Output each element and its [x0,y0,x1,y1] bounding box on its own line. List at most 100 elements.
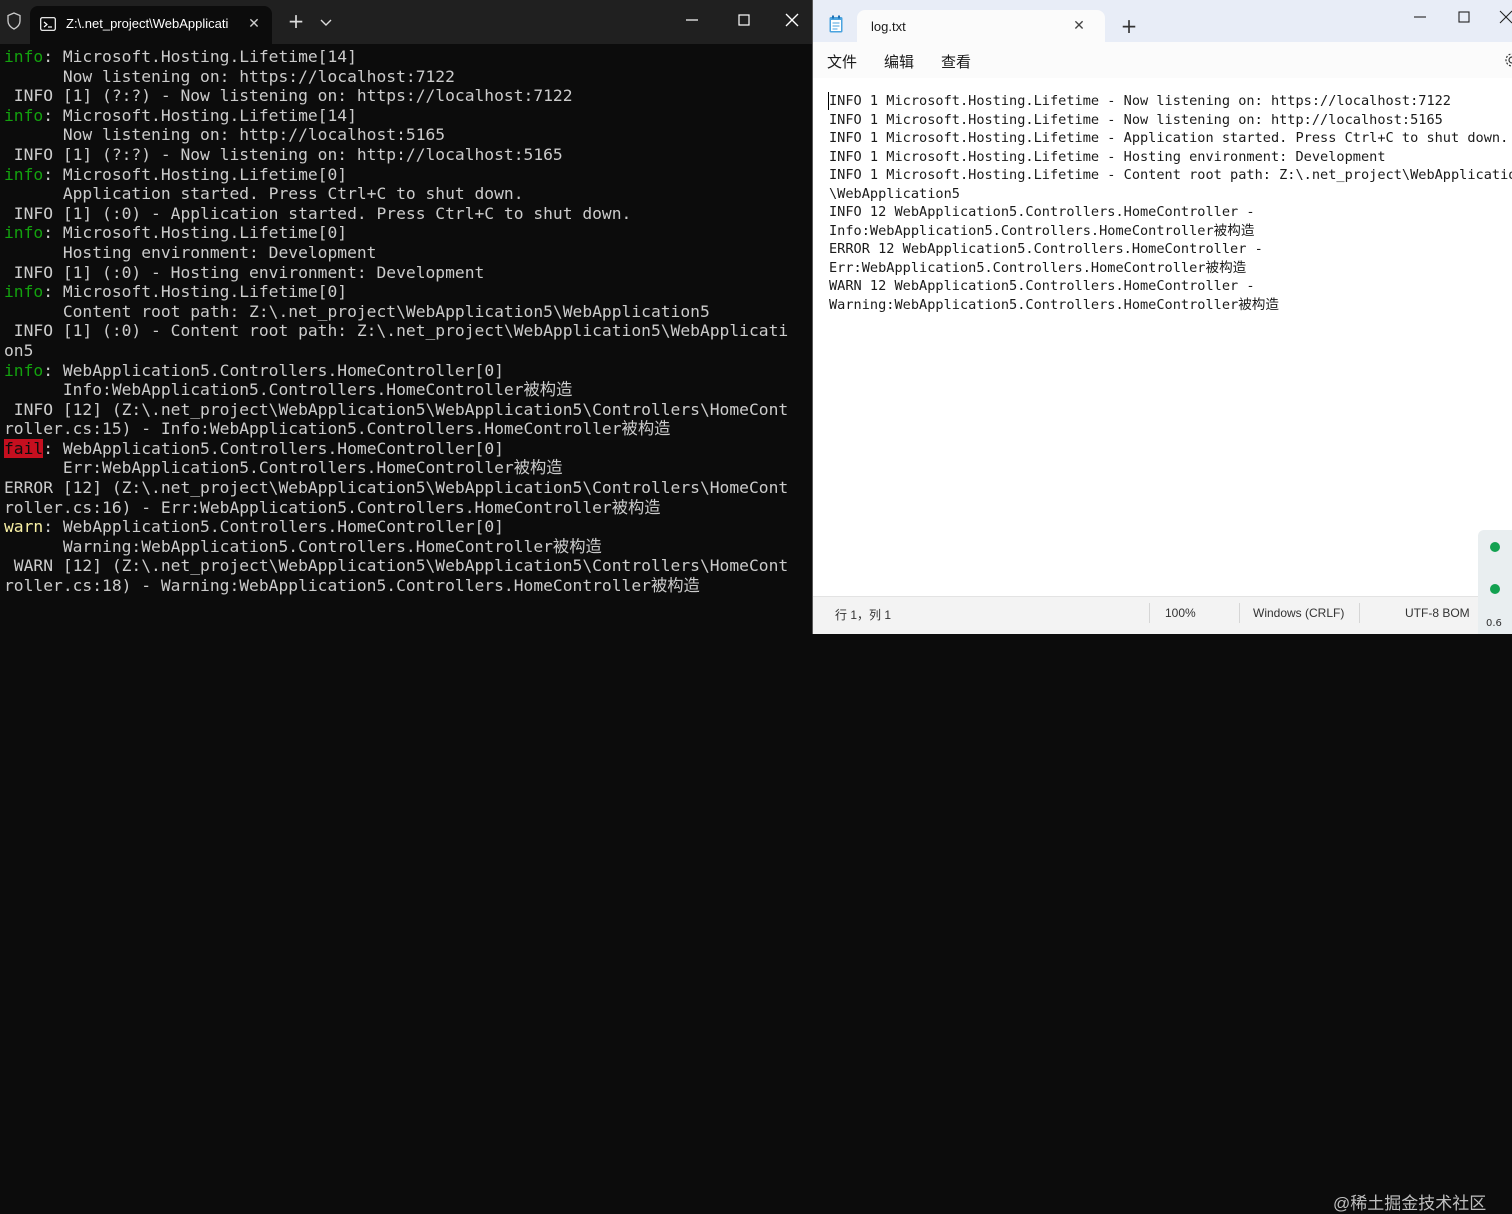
log-level-info: info [4,164,44,184]
status-line-ending: Windows (CRLF) [1253,606,1345,620]
log-text: Now listening on: http://localhost:5165 [4,125,446,145]
gear-icon[interactable] [1504,52,1512,68]
log-text: : WebApplication5.Controllers.HomeContro… [43,360,504,380]
terminal-line: Err:WebApplication5.Controllers.HomeCont… [4,458,810,478]
terminal-line: Hosting environment: Development [4,243,810,263]
editor-line: Err:WebApplication5.Controllers.HomeCont… [829,259,1247,276]
terminal-line: INFO [1] (?:?) - Now listening on: http:… [4,145,810,165]
maximize-icon[interactable] [1453,8,1475,26]
terminal-line: INFO [1] (:0) - Application started. Pre… [4,204,810,224]
side-widget-value: 0.6 [1486,618,1502,629]
notepad-editor[interactable]: INFO 1 Microsoft.Hosting.Lifetime - Now … [813,78,1512,596]
editor-line: INFO 1 Microsoft.Hosting.Lifetime - Cont… [829,167,1512,183]
terminal-line: Application started. Press Ctrl+C to shu… [4,184,810,204]
notepad-tab[interactable]: log.txt ✕ [857,10,1105,42]
editor-line: ERROR 12 WebApplication5.Controllers.Hom… [829,241,1263,257]
terminal-line: Now listening on: https://localhost:7122 [4,67,810,87]
terminal-line: INFO [12] (Z:\.net_project\WebApplicatio… [4,400,810,420]
log-text: INFO [1] (?:?) - Now listening on: https… [4,86,573,106]
terminal-output[interactable]: info: Microsoft.Hosting.Lifetime[14] Now… [4,47,810,596]
log-text: Application started. Press Ctrl+C to shu… [4,184,524,204]
log-text: : Microsoft.Hosting.Lifetime[14] [43,47,357,66]
log-level-info: info [4,360,44,380]
log-text: Info:WebApplication5.Controllers.HomeCon… [4,380,573,400]
terminal-line: INFO [1] (:0) - Hosting environment: Dev… [4,263,810,283]
terminal-line: roller.cs:15) - Info:WebApplication5.Con… [4,419,810,439]
log-text: : Microsoft.Hosting.Lifetime[14] [43,105,357,125]
terminal-line: fail: WebApplication5.Controllers.HomeCo… [4,438,810,459]
terminal-line: Info:WebApplication5.Controllers.HomeCon… [4,380,810,400]
minimize-icon[interactable] [680,10,704,30]
log-text: : Microsoft.Hosting.Lifetime[0] [43,223,348,243]
editor-line: WARN 12 WebApplication5.Controllers.Home… [829,278,1255,294]
status-divider [1359,603,1360,623]
log-level-warn: warn [4,517,44,537]
log-text: WARN [12] (Z:\.net_project\WebApplicatio… [4,556,789,576]
editor-line: INFO 1 Microsoft.Hosting.Lifetime - Now … [829,93,1451,109]
terminal-window: Z:\.net_project\WebApplicati ✕ + info: M… [0,0,812,634]
status-zoom: 100% [1165,606,1196,620]
close-window-icon[interactable] [780,10,804,30]
terminal-line: info: Microsoft.Hosting.Lifetime[0] [4,165,810,185]
status-divider [1149,603,1150,623]
log-text: INFO [1] (:0) - Content root path: Z:\.n… [4,321,789,341]
log-level-info: info [4,223,44,243]
menu-edit[interactable]: 编辑 [884,51,914,72]
close-window-icon[interactable] [1495,8,1512,26]
terminal-line: INFO [1] (?:?) - Now listening on: https… [4,86,810,106]
status-encoding: UTF-8 BOM [1405,606,1470,620]
terminal-line: WARN [12] (Z:\.net_project\WebApplicatio… [4,556,810,576]
terminal-line: INFO [1] (:0) - Content root path: Z:\.n… [4,321,810,341]
terminal-line: Warning:WebApplication5.Controllers.Home… [4,537,810,557]
editor-line: INFO 12 WebApplication5.Controllers.Home… [829,204,1255,220]
notepad-tab-title: log.txt [871,19,906,34]
editor-line: Info:WebApplication5.Controllers.HomeCon… [829,222,1255,239]
terminal-line: Content root path: Z:\.net_project\WebAp… [4,302,810,322]
terminal-line: ERROR [12] (Z:\.net_project\WebApplicati… [4,478,810,498]
terminal-line: info: Microsoft.Hosting.Lifetime[14] [4,106,810,126]
editor-line: Warning:WebApplication5.Controllers.Home… [829,296,1279,313]
new-tab-button[interactable]: + [286,11,306,32]
log-text: Now listening on: https://localhost:7122 [4,66,455,86]
terminal-tab[interactable]: Z:\.net_project\WebApplicati ✕ [30,6,272,44]
log-text: : Microsoft.Hosting.Lifetime[0] [43,164,348,184]
log-level-fail: fail [4,438,44,458]
new-tab-button[interactable]: + [1119,16,1139,37]
status-divider [1239,603,1240,623]
log-text: INFO [1] (:0) - Application started. Pre… [4,203,632,223]
status-bar: 行 1，列 1 100% Windows (CRLF) UTF-8 BOM @稀… [813,596,1512,1213]
terminal-icon [40,17,56,31]
close-tab-icon[interactable]: ✕ [246,16,262,32]
log-level-info: info [4,282,44,302]
log-level-info: info [4,47,44,66]
editor-line: \WebApplication5 [829,185,960,202]
notepad-window: log.txt ✕ + 文件 编辑 查看 INFO 1 Microsoft.Ho… [812,0,1512,1213]
log-text: roller.cs:16) - Err:WebApplication5.Cont… [4,497,661,517]
log-text: Content root path: Z:\.net_project\WebAp… [4,301,710,321]
terminal-line: roller.cs:18) - Warning:WebApplication5.… [4,576,810,596]
maximize-icon[interactable] [732,10,756,30]
watermark: @稀土掘金技术社区 [1333,1194,1487,1213]
notepad-titlebar: log.txt ✕ + [813,0,1512,42]
close-tab-icon[interactable]: ✕ [1071,18,1087,34]
menu-file[interactable]: 文件 [827,51,857,72]
log-text: INFO [1] (:0) - Hosting environment: Dev… [4,262,485,282]
editor-line: INFO 1 Microsoft.Hosting.Lifetime - Now … [829,111,1443,128]
notepad-icon [829,15,843,33]
log-text: roller.cs:18) - Warning:WebApplication5.… [4,576,700,596]
menu-view[interactable]: 查看 [941,51,971,72]
side-widget[interactable]: 0.6 [1478,530,1512,634]
terminal-tab-title: Z:\.net_project\WebApplicati [66,16,229,31]
minimize-icon[interactable] [1409,8,1431,26]
log-level-info: info [4,105,44,125]
terminal-line: info: Microsoft.Hosting.Lifetime[14] [4,47,810,67]
terminal-line: on5 [4,341,810,361]
notepad-text: INFO 1 Microsoft.Hosting.Lifetime - Now … [829,92,1512,314]
terminal-line: info: WebApplication5.Controllers.HomeCo… [4,361,810,381]
chevron-down-icon[interactable] [318,14,334,30]
log-text: INFO [12] (Z:\.net_project\WebApplicatio… [4,399,789,419]
terminal-line: warn: WebApplication5.Controllers.HomeCo… [4,517,810,537]
log-text: Warning:WebApplication5.Controllers.Home… [4,536,602,556]
log-text: Hosting environment: Development [4,242,377,262]
terminal-titlebar: Z:\.net_project\WebApplicati ✕ + [0,0,812,44]
